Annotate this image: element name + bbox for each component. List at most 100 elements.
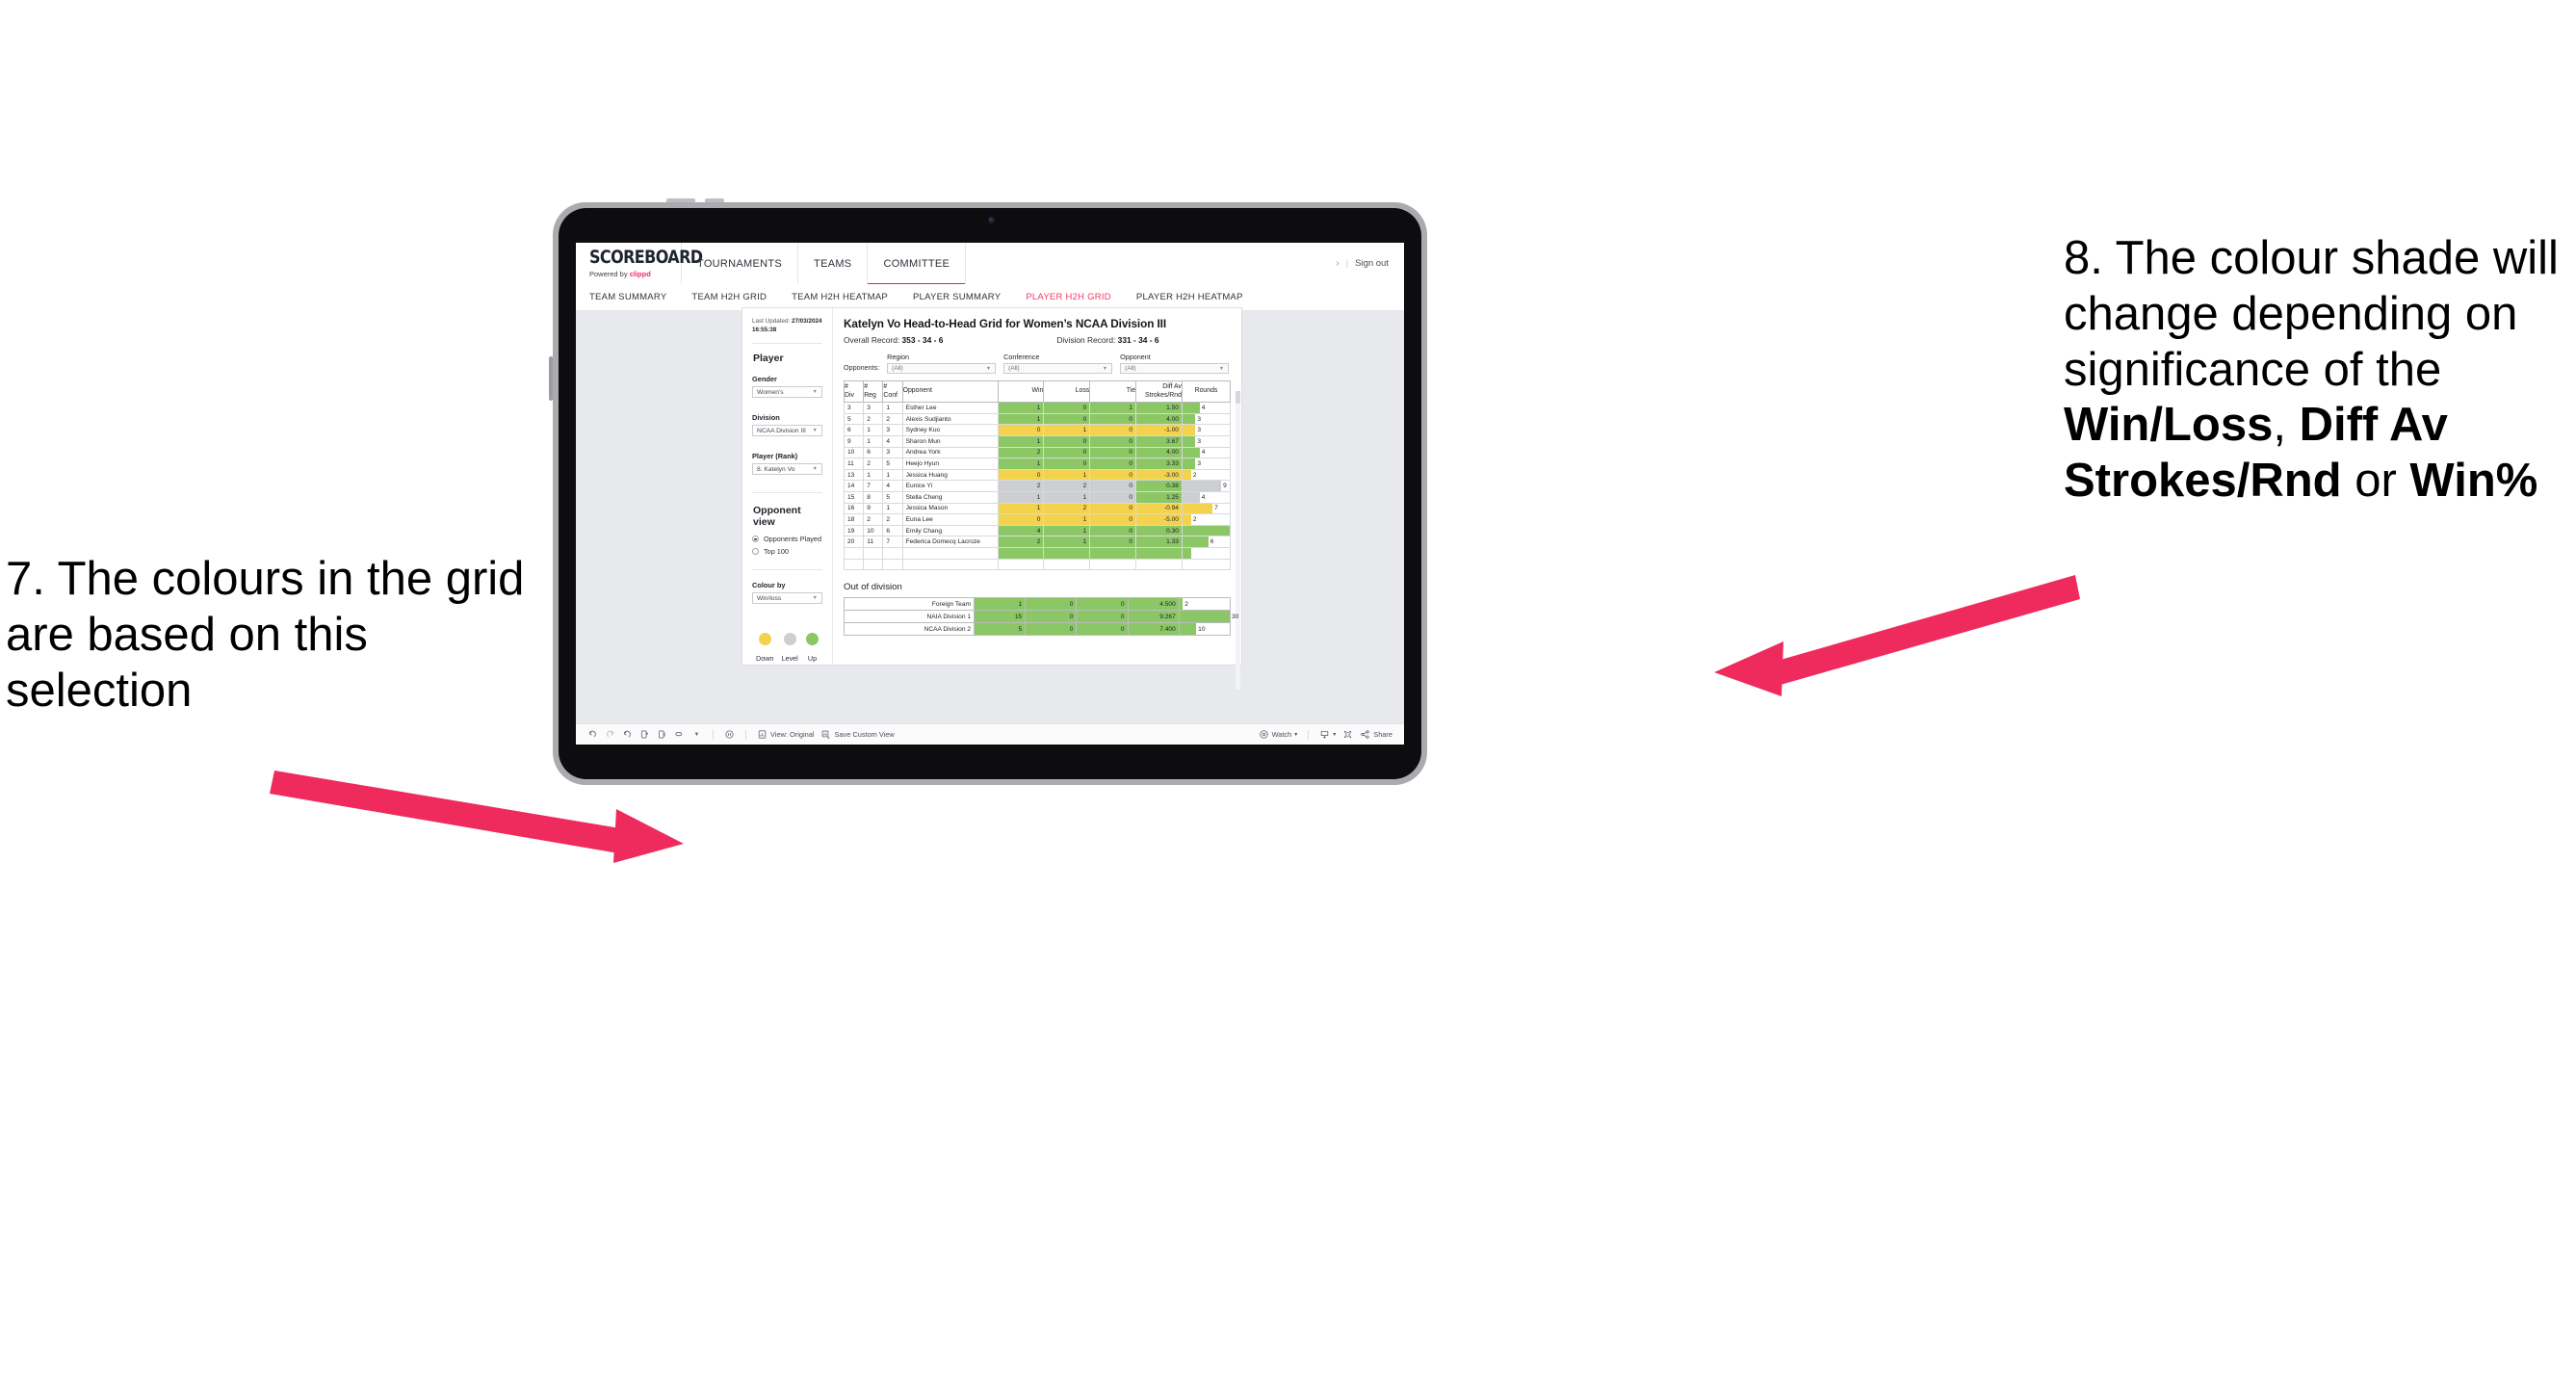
cell-ood-tie: 0 xyxy=(1076,610,1129,624)
save-custom-view-button[interactable]: Save Custom View xyxy=(820,729,895,740)
division-record-label: Division Record: xyxy=(1056,335,1118,345)
subnav-team-h2h-grid[interactable]: TEAM H2H GRID xyxy=(691,292,767,302)
rounds-value: 6 xyxy=(1210,538,1214,546)
undo-icon[interactable] xyxy=(587,729,598,740)
viz-main: Katelyn Vo Head-to-Head Grid for Women’s… xyxy=(834,308,1241,690)
share-button[interactable]: Share xyxy=(1360,729,1392,740)
redo-icon[interactable] xyxy=(605,729,615,740)
cell-loss: 0 xyxy=(1043,435,1091,448)
cell-div: 11 xyxy=(843,458,865,470)
cell-empty xyxy=(901,559,999,571)
watch-button[interactable]: Watch ▾ xyxy=(1259,729,1297,740)
radio-opponents-played[interactable]: Opponents Played xyxy=(752,535,822,543)
cell-diff: 0.38 xyxy=(1135,480,1183,492)
colour-by-select[interactable]: Win/loss ▼ xyxy=(752,592,822,605)
table-row[interactable]: 3 3 1 Esther Lee 1 0 1 1.50 4 xyxy=(843,402,1232,414)
h2h-grid-table: # Div # Reg # Conf Opponent Win Loss Tie Di… xyxy=(843,379,1232,571)
col-reg: # Reg xyxy=(863,379,884,404)
table-row[interactable]: 18 2 2 Euna Lee 0 1 0 -5.00 2 xyxy=(843,513,1232,526)
cell-div: 9 xyxy=(843,435,865,448)
view-original-button[interactable]: View: Original xyxy=(757,729,814,740)
table-row[interactable]: 11 2 5 Heejo Hyun 1 0 0 3.33 3 xyxy=(843,458,1232,470)
overall-record: Overall Record: 353 - 34 - 6 xyxy=(844,335,943,345)
nav-tab-tournaments[interactable]: TOURNAMENTS xyxy=(682,243,799,284)
filter-conference-select[interactable]: (All) ▼ xyxy=(1003,363,1113,374)
filter-opponent: Opponent (All) ▼ xyxy=(1120,353,1230,374)
subnav-player-summary[interactable]: PLAYER SUMMARY xyxy=(913,292,1001,302)
table-row[interactable]: 13 1 1 Jessica Huang 0 1 0 -3.00 2 xyxy=(843,469,1232,482)
rounds-bar xyxy=(1183,481,1222,491)
grid-scrollbar-thumb[interactable] xyxy=(1236,391,1240,404)
col-tie: Tie xyxy=(1089,379,1137,404)
table-padding-row xyxy=(843,559,1232,571)
cell-opponent: Federica Domecq Lacroze xyxy=(901,536,999,548)
nav-tab-teams[interactable]: TEAMS xyxy=(798,243,869,284)
table-row[interactable]: 6 1 3 Sydney Kuo 0 1 0 -1.00 3 xyxy=(843,424,1232,437)
table-row[interactable]: 10 6 3 Andrea York 2 0 0 4.00 4 xyxy=(843,447,1232,459)
cell-loss: 0 xyxy=(1043,447,1091,459)
chevron-down-icon[interactable]: ▼ xyxy=(691,729,702,740)
cell-reg: 2 xyxy=(863,413,884,426)
cell-win: 1 xyxy=(997,503,1045,515)
cell-conf: 4 xyxy=(882,480,903,492)
rounds-value: 4 xyxy=(1201,405,1206,412)
sign-out-button[interactable]: Sign out xyxy=(1355,258,1389,269)
app-logo-tagline: Powered by clippd xyxy=(589,270,681,278)
subnav-team-summary[interactable]: TEAM SUMMARY xyxy=(589,292,666,302)
cell-clipped xyxy=(997,547,1045,560)
legend-item-up: Up xyxy=(805,633,819,663)
cell-tie: 0 xyxy=(1089,424,1137,437)
cell-diff: 4.00 xyxy=(1135,413,1183,426)
table-row[interactable]: 15 8 5 Stella Cheng 1 1 0 1.25 4 xyxy=(843,491,1232,504)
cell-reg: 2 xyxy=(863,458,884,470)
chevron-down-icon: ▼ xyxy=(1218,365,1225,372)
cell-ood-rounds: 30 xyxy=(1178,610,1238,624)
refresh-data-icon[interactable] xyxy=(639,729,650,740)
subnav-player-h2h-grid[interactable]: PLAYER H2H GRID xyxy=(1026,292,1111,302)
rounds-value: 9 xyxy=(1223,483,1227,490)
revert-icon[interactable] xyxy=(622,729,633,740)
opponent-view-heading: Opponent view xyxy=(753,505,801,529)
col-diff-l2: Strokes/Rnd xyxy=(1145,391,1182,399)
division-select[interactable]: NCAA Division III ▼ xyxy=(752,425,822,437)
cell-win: 2 xyxy=(997,447,1045,459)
filter-region-select[interactable]: (All) ▼ xyxy=(887,363,997,374)
cell-clipped xyxy=(863,547,884,560)
table-row[interactable]: 16 9 1 Jessica Mason 1 2 0 -0.94 7 xyxy=(843,503,1232,515)
table-row[interactable]: 5 2 2 Alexis Sudjianto 1 0 0 4.00 3 xyxy=(843,413,1232,426)
filter-opponent-select[interactable]: (All) ▼ xyxy=(1120,363,1230,374)
out-of-division-row[interactable]: NCAA Division 2 5 0 0 7.400 10 xyxy=(844,622,1232,637)
download-button[interactable]: ▾ xyxy=(1319,729,1336,740)
cell-opponent: Eunice Yi xyxy=(901,480,999,492)
pause-auto-update-icon[interactable] xyxy=(724,729,735,740)
chevron-right-icon[interactable]: › xyxy=(1336,258,1339,269)
cell-win: 0 xyxy=(997,469,1045,482)
division-label: Division xyxy=(752,413,780,423)
app-logo[interactable]: SCOREBOARD Powered by clippd xyxy=(576,243,703,284)
grid-scrollbar[interactable] xyxy=(1236,391,1240,690)
table-row[interactable]: 14 7 4 Eunice Yi 2 2 0 0.38 9 xyxy=(843,480,1232,492)
out-of-division-row[interactable]: NAIA Division 1 15 0 0 9.267 30 xyxy=(844,610,1238,624)
subnav-team-h2h-heatmap[interactable]: TEAM H2H HEATMAP xyxy=(792,292,888,302)
col-conf-l1: # xyxy=(883,383,888,390)
fullscreen-icon[interactable] xyxy=(1342,729,1353,740)
subnav-player-h2h-heatmap[interactable]: PLAYER H2H HEATMAP xyxy=(1136,292,1243,302)
pause-data-icon[interactable] xyxy=(657,729,667,740)
out-of-division-row[interactable]: Foreign Team 1 0 0 4.500 2 xyxy=(844,597,1232,612)
table-row[interactable]: 9 1 4 Sharon Mun 1 0 0 3.67 3 xyxy=(843,435,1232,448)
player-rank-select[interactable]: 8. Katelyn Vo ▼ xyxy=(752,463,822,476)
gender-select[interactable]: Women’s ▼ xyxy=(752,386,822,399)
table-row[interactable]: 20 11 7 Federica Domecq Lacroze 2 1 0 1.33 6 xyxy=(843,536,1232,548)
radio-top-100-label: Top 100 xyxy=(764,547,789,557)
rounds-value: 2 xyxy=(1192,471,1197,479)
highlight-icon[interactable] xyxy=(674,729,685,740)
nav-tab-committee[interactable]: COMMITTEE xyxy=(868,243,967,285)
watch-icon xyxy=(1259,729,1269,740)
cell-diff: 3.33 xyxy=(1135,458,1183,470)
radio-top-100[interactable]: Top 100 xyxy=(752,547,822,556)
table-row[interactable]: 19106Emily Chang4100.3011 xyxy=(843,525,1232,537)
cell-tie: 0 xyxy=(1089,458,1137,470)
rounds-value: 10 xyxy=(1198,625,1206,633)
save-view-icon xyxy=(820,729,831,740)
out-of-division-table: Foreign Team 1 0 0 4.500 2 NAIA Division 1 15 0 0… xyxy=(844,597,1238,637)
